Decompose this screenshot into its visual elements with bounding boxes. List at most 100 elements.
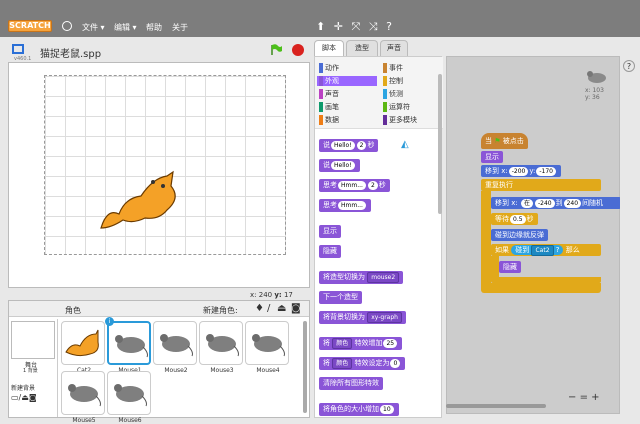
grow-icon[interactable]: ⤧	[351, 20, 360, 33]
sprite-thumb[interactable]	[107, 371, 151, 415]
sprite-thumb[interactable]	[199, 321, 243, 365]
category-sensing[interactable]: 侦测	[381, 89, 441, 99]
sprite-thumb[interactable]	[61, 371, 105, 415]
category-looks[interactable]: 外观	[317, 76, 377, 86]
block-if[interactable]: 如果 碰到 Cat2 ? 那么	[491, 244, 601, 256]
menu-about[interactable]: 关于	[172, 22, 188, 33]
category-motion[interactable]: 动作	[317, 63, 377, 73]
menu-file[interactable]: 文件 ▾	[82, 22, 105, 33]
script-area[interactable]: x: 103 y: 36 当 ⚑ 被点击 显示 移到 x: -200 y: -170 …	[446, 56, 621, 414]
paint-sprite-icon[interactable]: /	[267, 303, 270, 314]
stage-header: v460.1 猫捉老鼠.spp	[8, 40, 310, 62]
new-backdrop-label: 新建背景	[11, 385, 36, 392]
category-control[interactable]: 控制	[381, 76, 441, 86]
menu-bar: SCRATCH 文件 ▾ 编辑 ▾ 帮助 关于 ⬆ ✛ ⤧ ⤨ ?	[0, 0, 640, 37]
category-sound[interactable]: 声音	[317, 89, 377, 99]
block-palette: 动作 外观 声音 画笔 数据 事件 控制 侦测 运算符 更多模块 说 Hello!…	[314, 56, 443, 418]
sprites-panel-header: 角色 新建角色: ♦ / ⏏ ◙	[9, 301, 309, 317]
shrink-icon[interactable]: ⤨	[369, 20, 378, 33]
block-show[interactable]: 显示	[319, 225, 341, 238]
if-left-rail	[491, 256, 499, 278]
tab-sounds[interactable]: 声音	[380, 40, 408, 56]
zoom-controls: − = +	[568, 392, 600, 403]
sprite-x: x: 103	[585, 87, 604, 94]
sprite-thumb[interactable]	[153, 321, 197, 365]
info-icon[interactable]: ?	[623, 60, 635, 72]
mouse-sprite-thumb	[587, 71, 606, 83]
block-bounce[interactable]: 碰到边缘就反弹	[491, 229, 548, 241]
forever-bottom-bar	[481, 283, 601, 293]
sprite-y: y: 36	[585, 94, 600, 101]
help-icon[interactable]: ?	[386, 20, 392, 33]
current-sprite-info: x: 103 y: 36	[585, 69, 609, 101]
cat-sprite[interactable]	[97, 158, 181, 238]
speech-bubble-icon: ◭	[401, 139, 409, 150]
menu-edit[interactable]: 编辑 ▾	[114, 22, 137, 33]
stage-thumbnail[interactable]	[11, 321, 55, 359]
green-flag-icon[interactable]	[270, 44, 282, 56]
cut-icon[interactable]: ✛	[334, 20, 343, 33]
scratch-logo[interactable]: SCRATCH	[8, 20, 52, 32]
block-set-effect[interactable]: 将 颜色 特效设定为 0	[319, 357, 406, 370]
category-more-blocks[interactable]: 更多模块	[381, 115, 441, 125]
choose-sprite-icon[interactable]: ♦	[255, 303, 264, 314]
language-globe-icon[interactable]	[62, 21, 72, 31]
category-operators[interactable]: 运算符	[381, 102, 441, 112]
sprite-thumb[interactable]	[107, 321, 151, 365]
zoom-reset-icon[interactable]: =	[580, 392, 588, 403]
block-think[interactable]: 思考 Hmm...	[319, 199, 371, 212]
right-panel: ?	[620, 56, 640, 418]
block-goto-random[interactable]: 移到 x: 在 -240 到 240 间随机	[491, 197, 621, 209]
block-goto-xy[interactable]: 移到 x: -200 y: -170	[481, 165, 561, 177]
mouse-coords: x: 240 y: 17	[250, 291, 293, 299]
block-say-for-secs[interactable]: 说 Hello! 2 秒	[319, 139, 379, 152]
sprite-name: Mouse6	[118, 417, 142, 424]
block-forever[interactable]: 重复执行	[481, 179, 601, 191]
stop-icon[interactable]	[292, 44, 304, 56]
zoom-in-icon[interactable]: +	[591, 392, 599, 403]
toolbar: ⬆ ✛ ⤧ ⤨ ?	[316, 20, 397, 34]
script-horizontal-scrollbar[interactable]	[446, 404, 546, 408]
tab-costumes[interactable]: 造型	[346, 40, 378, 56]
block-hide[interactable]: 隐藏	[499, 261, 521, 273]
block-change-effect[interactable]: 将 颜色 特效增加 25	[319, 337, 403, 350]
sprite-name: Mouse3	[210, 367, 234, 374]
stage-backdrop-count: 1 背景	[23, 368, 38, 374]
forever-left-rail	[481, 191, 491, 283]
info-badge-icon[interactable]: i	[105, 317, 114, 326]
block-switch-costume[interactable]: 将造型切换为 mouse2	[319, 271, 404, 284]
sprite-name: Mouse5	[72, 417, 96, 424]
block-wait[interactable]: 等待 0.5 秒	[491, 213, 538, 225]
block-switch-backdrop[interactable]: 将背景切换为 xy-graph	[319, 311, 406, 324]
tab-scripts[interactable]: 脚本	[314, 40, 344, 56]
green-flag-icon: ⚑	[494, 137, 501, 145]
sprites-scrollbar[interactable]	[303, 321, 307, 413]
block-hide[interactable]: 隐藏	[319, 245, 341, 258]
sprite-name: Mouse4	[256, 367, 280, 374]
block-clear-effects[interactable]: 清除所有图形特效	[319, 377, 383, 390]
sprite-name: Mouse2	[164, 367, 188, 374]
sprite-thumb[interactable]	[61, 321, 105, 365]
stage-canvas[interactable]	[8, 62, 310, 288]
block-next-costume[interactable]: 下一个造型	[319, 291, 362, 304]
project-title[interactable]: 猫捉老鼠.spp	[40, 45, 101, 60]
backdrop-tools-icon[interactable]: ▭/⏏◙	[11, 393, 37, 402]
duplicate-stamp-icon[interactable]: ⬆	[316, 20, 325, 33]
block-show[interactable]: 显示	[481, 151, 503, 163]
block-say[interactable]: 说 Hello!	[319, 159, 360, 172]
category-list: 动作 外观 声音 画笔 数据 事件 控制 侦测 运算符 更多模块	[315, 57, 443, 129]
block-when-flag-clicked[interactable]: 当 ⚑ 被点击	[481, 133, 528, 149]
new-sprite-label: 新建角色:	[203, 306, 238, 315]
block-change-size[interactable]: 将角色的大小增加 10	[319, 403, 399, 416]
fullscreen-icon[interactable]	[12, 44, 24, 54]
menu-help[interactable]: 帮助	[146, 22, 162, 33]
category-pen[interactable]: 画笔	[317, 102, 377, 112]
zoom-out-icon[interactable]: −	[568, 392, 576, 403]
palette-scrollbar[interactable]	[438, 74, 442, 214]
block-think-for-secs[interactable]: 思考 Hmm... 2 秒	[319, 179, 390, 192]
camera-icon[interactable]: ◙	[291, 303, 301, 314]
sprite-thumb[interactable]	[245, 321, 289, 365]
category-data[interactable]: 数据	[317, 115, 377, 125]
category-events[interactable]: 事件	[381, 63, 441, 73]
upload-sprite-icon[interactable]: ⏏	[277, 303, 286, 314]
